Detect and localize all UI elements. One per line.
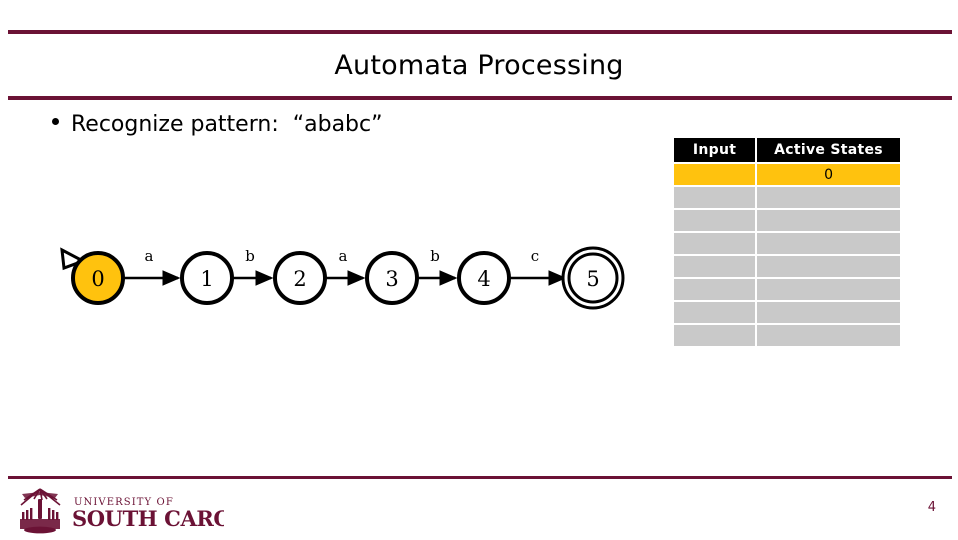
transition-label-s1-s2: b bbox=[245, 247, 255, 265]
table-row[interactable] bbox=[674, 279, 900, 300]
page-number: 4 bbox=[927, 500, 936, 515]
state-label-s3: 3 bbox=[385, 267, 398, 291]
state-label-s2: 2 bbox=[293, 267, 306, 291]
transition-label-s3-s4: b bbox=[430, 247, 440, 265]
cell-input bbox=[674, 325, 756, 346]
transition-label-s0-s1: a bbox=[145, 247, 154, 265]
cell-input bbox=[674, 279, 756, 300]
state-node-s1[interactable]: 1 bbox=[180, 251, 234, 305]
cell-input bbox=[674, 164, 756, 185]
transition-label-s4-s5: c bbox=[531, 247, 539, 265]
page-title: Automata Processing bbox=[334, 50, 624, 81]
table-row[interactable] bbox=[674, 233, 900, 254]
state-label-s5: 5 bbox=[586, 267, 599, 291]
table-row[interactable] bbox=[674, 302, 900, 323]
state-node-s3[interactable]: 3 bbox=[365, 251, 419, 305]
cell-input bbox=[674, 302, 756, 323]
column-header-input: Input bbox=[674, 138, 756, 162]
top-rule bbox=[8, 30, 952, 34]
title-underline-rule bbox=[8, 96, 952, 100]
footer-rule bbox=[8, 476, 952, 479]
cell-input bbox=[674, 233, 756, 254]
cell-active-states bbox=[757, 256, 900, 277]
cell-active-states: 0 bbox=[757, 164, 900, 185]
active-states-table: Input Active States 0 bbox=[672, 136, 902, 348]
transition-label-s2-s3: a bbox=[339, 247, 348, 265]
table-row[interactable] bbox=[674, 325, 900, 346]
state-node-s0[interactable]: 0 bbox=[71, 251, 125, 305]
state-label-s1: 1 bbox=[200, 267, 213, 291]
state-label-s0: 0 bbox=[91, 267, 104, 291]
cell-input bbox=[674, 210, 756, 231]
state-node-s5[interactable]: 5 bbox=[561, 246, 625, 310]
state-node-s2[interactable]: 2 bbox=[273, 251, 327, 305]
cell-active-states bbox=[757, 325, 900, 346]
cell-active-states bbox=[757, 210, 900, 231]
bullet-item: Recognize pattern: “ababc” bbox=[52, 112, 383, 137]
cell-active-states bbox=[757, 302, 900, 323]
table-header-row: Input Active States bbox=[674, 138, 900, 162]
table-row[interactable] bbox=[674, 210, 900, 231]
state-label-s4: 4 bbox=[477, 267, 490, 291]
university-logo: UNIVERSITY OF SOUTH CAROLINA bbox=[12, 486, 291, 534]
table-row[interactable]: 0 bbox=[674, 164, 900, 185]
state-node-s4[interactable]: 4 bbox=[457, 251, 511, 305]
cell-active-states bbox=[757, 187, 900, 208]
cell-input bbox=[674, 187, 756, 208]
cell-active-states bbox=[757, 279, 900, 300]
cell-active-states bbox=[757, 233, 900, 254]
column-header-active-states: Active States bbox=[757, 138, 900, 162]
bullet-item-label: Recognize pattern: “ababc” bbox=[71, 112, 383, 137]
table-row[interactable] bbox=[674, 187, 900, 208]
logo-line-2: SOUTH CAROLINA bbox=[72, 506, 224, 531]
automaton-diagram: 0 1 2 3 4 5 a b a b c bbox=[52, 228, 652, 328]
bullet-dot-icon bbox=[52, 118, 59, 125]
table-row[interactable] bbox=[674, 256, 900, 277]
cell-input bbox=[674, 256, 756, 277]
palmetto-tree-icon bbox=[20, 488, 61, 534]
